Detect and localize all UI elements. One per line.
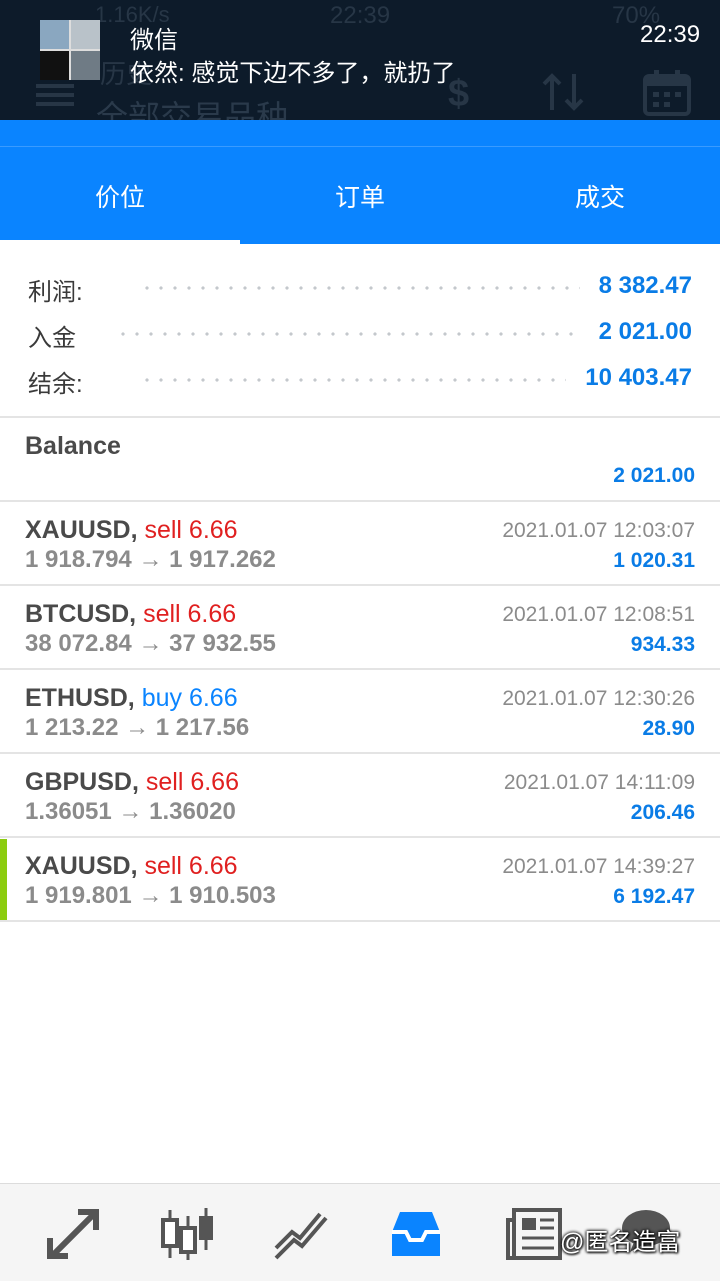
deal-symbol: ETHUSD, buy 6.66: [25, 684, 238, 713]
deal-time: 2021.01.07 14:11:09: [503, 771, 695, 794]
deal-prices: 1 919.801 → 1 910.503: [25, 882, 276, 909]
balance-total-value: 10 403.47: [585, 364, 692, 391]
deal-side: buy 6.66: [141, 684, 238, 712]
balance-row-label: Balance: [25, 432, 121, 460]
deal-symbol-text: XAUUSD,: [25, 852, 138, 880]
trend-lines-icon[interactable]: [272, 1206, 332, 1262]
deal-row[interactable]: BTCUSD, sell 6.66 38 072.84 → 37 932.55 …: [0, 586, 720, 668]
deal-time: 2021.01.07 14:39:27: [502, 855, 695, 878]
deal-symbol: BTCUSD, sell 6.66: [25, 600, 236, 629]
news-icon[interactable]: [504, 1206, 564, 1262]
profit-value: 8 382.47: [598, 272, 692, 299]
tab-orders[interactable]: 订单: [240, 168, 480, 228]
notification-message: 依然: 感觉下边不多了，就扔了: [130, 60, 456, 87]
balance-row[interactable]: Balance 2 021.00: [0, 418, 720, 500]
deal-profit: 934.33: [630, 633, 695, 656]
tab-bar-divider: [0, 146, 720, 147]
summary-panel: 利润: 8 382.47 入金 2 021.00 结余: 10 403.47: [0, 260, 720, 416]
deal-prices: 1 213.22 → 1 217.56: [25, 714, 250, 741]
quotes-arrows-icon[interactable]: [44, 1206, 104, 1262]
tab-deals[interactable]: 成交: [480, 168, 720, 228]
deal-symbol-text: ETHUSD,: [25, 684, 135, 712]
balance-total-label: 结余:: [28, 371, 83, 398]
deal-time: 2021.01.07 12:03:07: [502, 519, 695, 542]
deal-row[interactable]: ETHUSD, buy 6.66 1 213.22 → 1 217.56 202…: [0, 670, 720, 752]
deal-prices: 38 072.84 → 37 932.55: [25, 630, 276, 657]
deal-side: sell 6.66: [144, 852, 238, 880]
toolbar-subtitle: 全部交易品种: [96, 99, 289, 120]
sort-icon[interactable]: [540, 70, 586, 114]
status-time: 22:39: [330, 2, 391, 29]
deal-profit: 6 192.47: [613, 885, 695, 908]
deal-symbol-text: BTCUSD,: [25, 600, 137, 628]
status-bar: 1.16K/s 22:39 70%: [0, 0, 720, 40]
deal-row[interactable]: GBPUSD, sell 6.66 1.36051 → 1.36020 2021…: [0, 754, 720, 836]
profit-label: 利润:: [28, 279, 83, 306]
deal-side: sell 6.66: [144, 516, 238, 544]
profit-leader-dots: [140, 286, 580, 290]
deal-prices: 1.36051 → 1.36020: [25, 798, 236, 825]
deal-symbol: GBPUSD, sell 6.66: [25, 768, 239, 797]
chart-candles-icon[interactable]: [158, 1206, 218, 1262]
deposit-value: 2 021.00: [598, 318, 692, 345]
deal-symbol-text: XAUUSD,: [25, 516, 138, 544]
deal-row-selected[interactable]: XAUUSD, sell 6.66 1 919.801 → 1 910.503 …: [0, 838, 720, 920]
deal-side: sell 6.66: [145, 768, 239, 796]
deal-prices: 1 918.794 → 1 917.262: [25, 546, 276, 573]
deposit-label: 入金: [28, 325, 76, 352]
deal-symbol: XAUUSD, sell 6.66: [25, 516, 238, 545]
history-inbox-icon[interactable]: [386, 1206, 446, 1262]
notification-avatar: [40, 20, 100, 80]
watermark-text: @匿名造富: [560, 1229, 681, 1256]
deal-time: 2021.01.07 12:08:51: [502, 603, 695, 626]
tab-positions[interactable]: 价位: [0, 168, 240, 228]
deposit-leader-dots: [116, 332, 582, 336]
tab-active-indicator: [0, 240, 240, 244]
notification-time: 22:39: [640, 21, 701, 48]
balance-leader-dots: [140, 378, 566, 382]
deal-symbol-text: GBPUSD,: [25, 768, 139, 796]
calendar-icon[interactable]: [642, 68, 692, 116]
balance-row-amount: 2 021.00: [613, 464, 695, 487]
menu-icon[interactable]: [36, 84, 74, 106]
notification-overlay[interactable]: 1.16K/s 22:39 70% 历史 全部交易品种 $ 微信 依然: 感觉下…: [0, 0, 720, 120]
deal-profit: 1 020.31: [613, 549, 695, 572]
divider: [0, 920, 720, 922]
deal-row[interactable]: XAUUSD, sell 6.66 1 918.794 → 1 917.262 …: [0, 502, 720, 584]
deal-profit: 206.46: [630, 801, 695, 824]
notification-app-name: 微信: [130, 27, 178, 54]
deal-symbol: XAUUSD, sell 6.66: [25, 852, 238, 881]
deal-time: 2021.01.07 12:30:26: [502, 687, 695, 710]
deal-profit: 28.90: [642, 717, 695, 740]
deal-side: sell 6.66: [143, 600, 237, 628]
